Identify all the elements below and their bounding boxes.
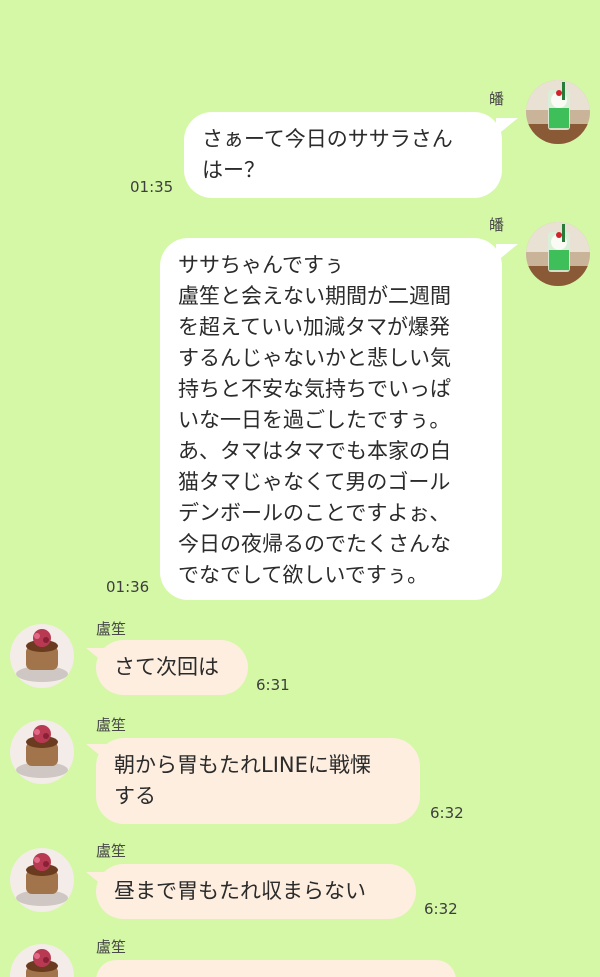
sender-name: 皤 bbox=[488, 216, 504, 234]
message-bubble[interactable]: 朝から胃もたれLINEに戦慄 する bbox=[96, 738, 420, 824]
pudding-avatar-icon[interactable] bbox=[10, 624, 74, 688]
pudding-avatar-icon[interactable] bbox=[10, 944, 74, 977]
message-time: 6:32 bbox=[424, 900, 458, 918]
message-time: 6:31 bbox=[256, 676, 290, 694]
melon-soda-avatar-icon[interactable] bbox=[526, 222, 590, 286]
sender-name: 盧笙 bbox=[96, 842, 127, 860]
message-bubble[interactable]: さぁーて今日のササラさん はー？ bbox=[184, 112, 502, 198]
message-bubble[interactable]: さて次回は bbox=[96, 640, 248, 695]
melon-soda-avatar-icon[interactable] bbox=[526, 80, 590, 144]
message-bubble[interactable]: ササちゃんですぅ 盧笙と会えない期間が二週間 を超えていい加減タマが爆発 するん… bbox=[160, 238, 502, 600]
chat-log[interactable]: 皤 さぁーて今日のササラさん はー？ 01:35 皤 ササちゃんですぅ 盧笙と会… bbox=[0, 0, 600, 977]
message-bubble[interactable] bbox=[96, 960, 456, 977]
sender-name: 皤 bbox=[488, 90, 504, 108]
pudding-avatar-icon[interactable] bbox=[10, 848, 74, 912]
sender-name: 盧笙 bbox=[96, 620, 127, 638]
message-time: 6:32 bbox=[430, 804, 464, 822]
message-time: 01:35 bbox=[130, 178, 174, 196]
bubble-tail bbox=[496, 118, 518, 136]
message-bubble[interactable]: 昼まで胃もたれ収まらない bbox=[96, 864, 416, 919]
pudding-avatar-icon[interactable] bbox=[10, 720, 74, 784]
sender-name: 盧笙 bbox=[96, 716, 127, 734]
bubble-tail bbox=[496, 244, 518, 262]
message-time: 01:36 bbox=[106, 578, 150, 596]
sender-name: 盧笙 bbox=[96, 938, 127, 956]
